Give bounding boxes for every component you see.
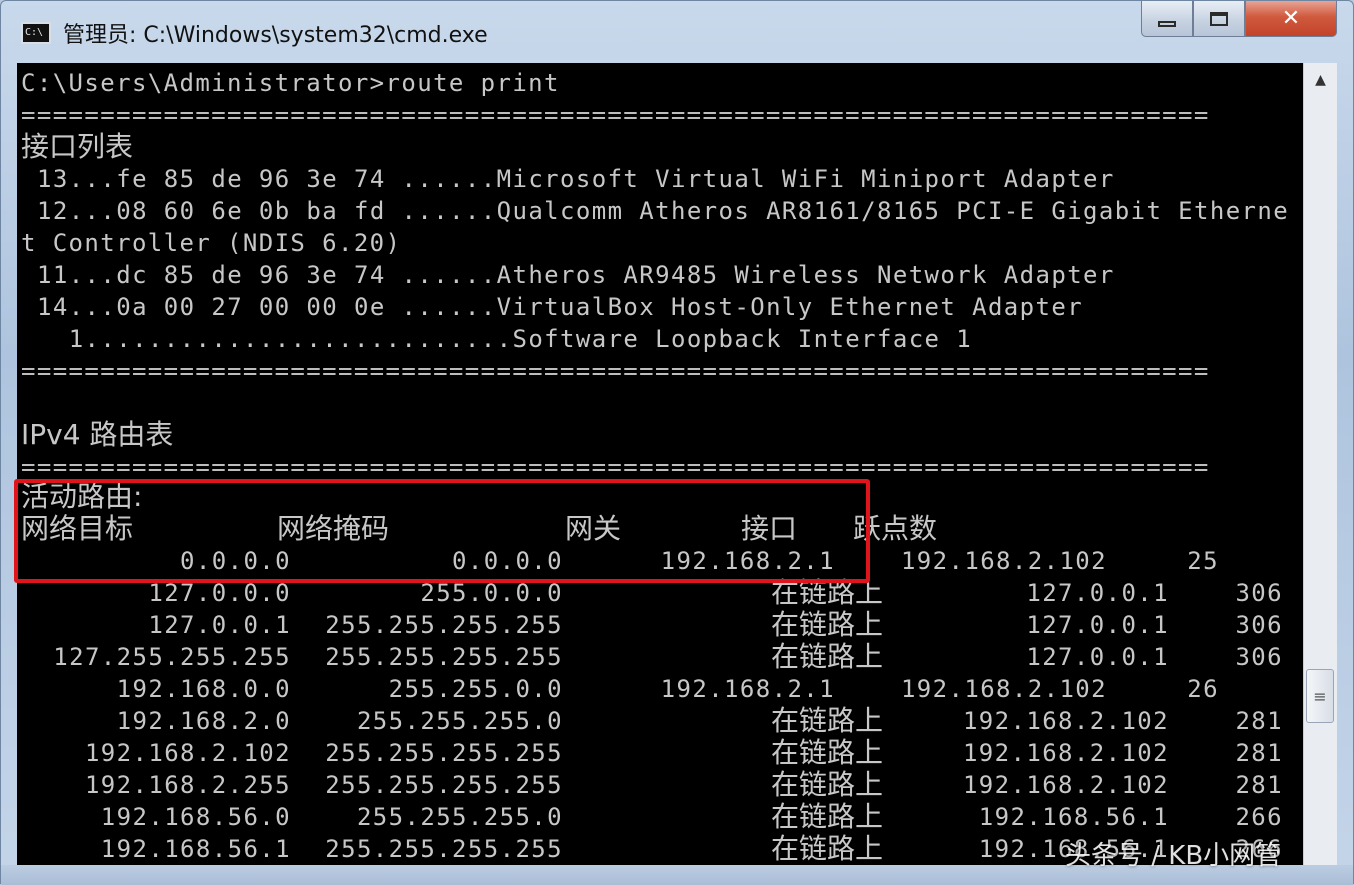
route-netmask-cell: 255.255.255.0 (357, 705, 563, 737)
route-netmask-cell: 255.255.255.255 (325, 769, 563, 801)
title-bar[interactable]: C:\ 管理员: C:\Windows\system32\cmd.exe ✕ (1, 1, 1353, 63)
route-interface-cell: 192.168.2.102 (963, 705, 1169, 737)
route-gateway-cell: 在链路上 (771, 609, 883, 641)
route-netmask-cell: 255.255.255.255 (325, 737, 563, 769)
route-gateway-cell: 在链路上 (771, 769, 883, 801)
window-title: 管理员: C:\Windows\system32\cmd.exe (63, 17, 488, 49)
prompt-line: C:\Users\Administrator>route print (21, 67, 560, 99)
cmd-app-icon[interactable]: C:\ (21, 22, 51, 44)
route-netmask-cell: 255.255.0.0 (389, 673, 563, 705)
route-destination-cell: 192.168.0.0 (117, 673, 291, 705)
route-destination-cell: 192.168.2.102 (85, 737, 291, 769)
route-destination-cell: 192.168.2.0 (117, 705, 291, 737)
interface-line: t Controller (NDIS 6.20) (21, 227, 401, 259)
interface-line: 11...dc 85 de 96 3e 74 ......Atheros AR9… (37, 259, 1115, 291)
route-metric-cell: 281 (1235, 737, 1283, 769)
route-gateway-cell: 192.168.2.1 (661, 673, 835, 705)
interface-line: 12...08 60 6e 0b ba fd ......Qualcomm At… (37, 195, 1289, 227)
route-metric-cell: 281 (1235, 769, 1283, 801)
route-destination-cell: 127.255.255.255 (53, 641, 291, 673)
route-netmask-cell: 255.255.255.255 (325, 609, 563, 641)
route-interface-cell: 127.0.0.1 (1026, 577, 1169, 609)
route-metric-cell: 266 (1235, 801, 1283, 833)
vertical-scrollbar[interactable]: ▲ ≡ (1303, 63, 1337, 865)
close-icon: ✕ (1282, 6, 1300, 31)
cmd-window: C:\ 管理员: C:\Windows\system32\cmd.exe ✕ C… (0, 0, 1354, 884)
minimize-icon (1158, 21, 1176, 27)
route-gateway-cell: 在链路上 (771, 641, 883, 673)
console-output[interactable]: C:\Users\Administrator>route print =====… (17, 63, 1303, 865)
interface-list-title: 接口列表 (21, 131, 133, 163)
maximize-icon (1210, 12, 1228, 26)
route-interface-cell: 192.168.2.102 (901, 673, 1107, 705)
route-metric-cell: 281 (1235, 705, 1283, 737)
route-interface-cell: 192.168.56.1 (979, 801, 1169, 833)
route-netmask-cell: 255.255.255.255 (325, 641, 563, 673)
separator-line: ========================================… (21, 99, 1210, 131)
route-interface-cell: 127.0.0.1 (1026, 609, 1169, 641)
interface-line: 1...........................Software Loo… (37, 323, 972, 355)
route-metric-cell: 306 (1235, 641, 1283, 673)
scroll-up-arrow-icon[interactable]: ▲ (1304, 63, 1337, 97)
route-destination-cell: 127.0.0.1 (148, 609, 291, 641)
route-interface-cell: 127.0.0.1 (1026, 641, 1169, 673)
minimize-button[interactable] (1141, 1, 1193, 37)
route-interface-cell: 192.168.2.102 (963, 737, 1169, 769)
route-gateway-cell: 在链路上 (771, 801, 883, 833)
scroll-thumb[interactable]: ≡ (1306, 669, 1334, 723)
route-interface-cell: 192.168.2.102 (901, 545, 1107, 577)
close-button[interactable]: ✕ (1245, 1, 1337, 37)
window-controls: ✕ (1141, 1, 1337, 39)
route-netmask-cell: 255.255.255.255 (325, 833, 563, 865)
interface-line: 13...fe 85 de 96 3e 74 ......Microsoft V… (37, 163, 1115, 195)
ipv4-table-title: IPv4 路由表 (21, 419, 173, 451)
maximize-button[interactable] (1193, 1, 1245, 37)
route-metric-cell: 306 (1235, 609, 1283, 641)
route-gateway-cell: 在链路上 (771, 833, 883, 865)
route-metric-cell: 25 (1187, 545, 1219, 577)
route-interface-cell: 192.168.2.102 (963, 769, 1169, 801)
route-netmask-cell: 255.255.255.0 (357, 801, 563, 833)
route-metric-cell: 26 (1187, 673, 1219, 705)
interface-line: 14...0a 00 27 00 00 0e ......VirtualBox … (37, 291, 1083, 323)
route-gateway-cell: 在链路上 (771, 737, 883, 769)
route-destination-cell: 192.168.56.0 (101, 801, 291, 833)
highlight-annotation (14, 479, 870, 583)
route-destination-cell: 192.168.56.1 (101, 833, 291, 865)
route-metric-cell: 306 (1235, 577, 1283, 609)
route-destination-cell: 192.168.2.255 (85, 769, 291, 801)
watermark: 头条号 / KB小网管 (1065, 835, 1281, 872)
separator-line: ========================================… (21, 355, 1210, 387)
grip-icon: ≡ (1313, 687, 1326, 706)
route-gateway-cell: 在链路上 (771, 705, 883, 737)
